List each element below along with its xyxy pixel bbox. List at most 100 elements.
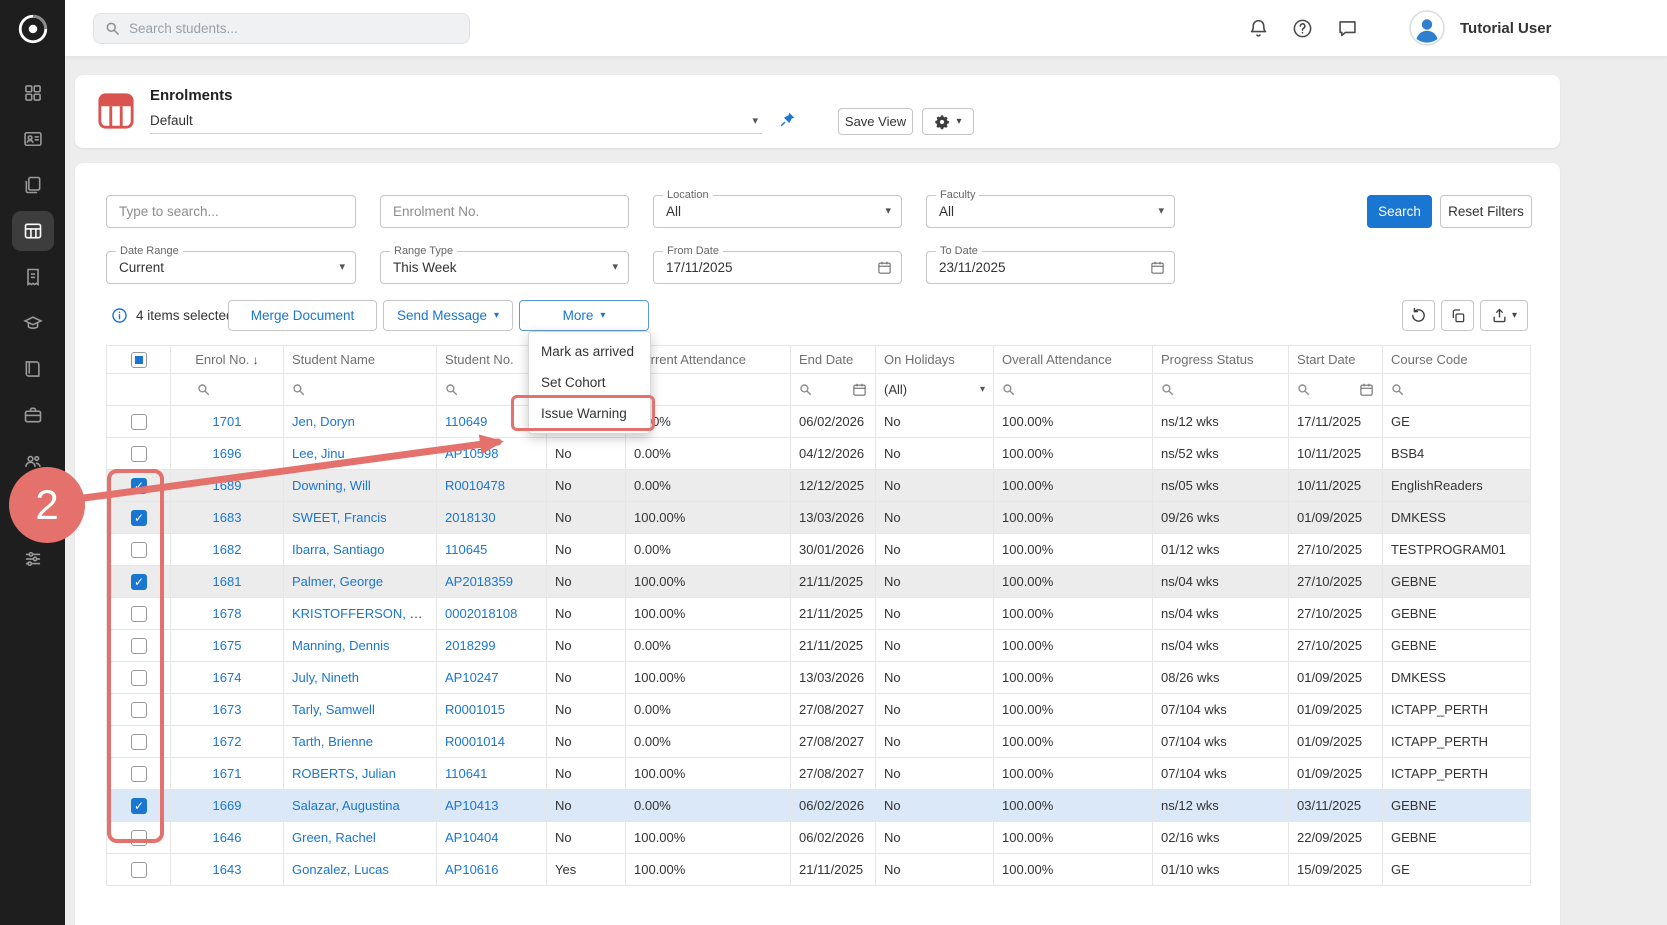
merge-document-button[interactable]: Merge Document (228, 300, 377, 331)
cell-enrol-no[interactable]: 1671 (171, 758, 284, 790)
cell-student-name[interactable]: SWEET, Francis (284, 502, 437, 534)
pin-icon[interactable] (779, 111, 796, 133)
enrol-no-link[interactable]: 1671 (213, 766, 242, 781)
student-name-link[interactable]: Green, Rachel (292, 830, 376, 845)
quick-search-filter[interactable] (106, 195, 356, 228)
menu-item-issue-warning[interactable]: Issue Warning (529, 398, 650, 429)
student-name-link[interactable]: ROBERTS, Julian (292, 766, 396, 781)
cell-student-name[interactable]: Downing, Will (284, 470, 437, 502)
row-checkbox[interactable] (131, 766, 147, 782)
sidebar-item-dashboard[interactable] (12, 73, 54, 113)
menu-item-set-cohort[interactable]: Set Cohort (529, 367, 650, 398)
column-header-student-name[interactable]: Student Name (284, 346, 437, 374)
export-button[interactable]: ▾ (1480, 300, 1528, 331)
student-name-link[interactable]: July, Nineth (292, 670, 359, 685)
enrol-no-link[interactable]: 1683 (213, 510, 242, 525)
row-checkbox[interactable] (131, 574, 147, 590)
cell-student-no[interactable]: 0002018108 (437, 598, 547, 630)
student-name-link[interactable]: Palmer, George (292, 574, 383, 589)
student-no-link[interactable]: 110649 (445, 414, 487, 429)
enrol-no-link[interactable]: 1672 (213, 734, 242, 749)
cell-student-no[interactable]: 2018299 (437, 630, 547, 662)
row-checkbox[interactable] (131, 862, 147, 878)
column-header-end-date[interactable]: End Date (791, 346, 876, 374)
table-row[interactable]: 1678KRISTOFFERSON, Kris0002018108No100.0… (107, 598, 1531, 630)
student-no-link[interactable]: 110645 (445, 542, 487, 557)
cell-student-no[interactable]: R0001015 (437, 694, 547, 726)
filter-cell-end-date[interactable] (791, 374, 876, 406)
notifications-button[interactable] (1247, 17, 1269, 39)
view-selector[interactable]: Default ▾ (150, 108, 762, 134)
student-name-link[interactable]: Tarth, Brienne (292, 734, 373, 749)
filter-cell-start-date[interactable] (1289, 374, 1383, 406)
sidebar-item-library[interactable] (12, 349, 54, 389)
student-no-link[interactable]: AP10598 (445, 446, 499, 461)
send-message-button[interactable]: Send Message ▾ (383, 300, 513, 331)
cell-student-no[interactable]: AP2018359 (437, 566, 547, 598)
cell-student-no[interactable]: AP10404 (437, 822, 547, 854)
sidebar-item-documents[interactable] (12, 165, 54, 205)
quick-search-input[interactable] (107, 196, 355, 227)
cell-student-no[interactable]: AP10598 (437, 438, 547, 470)
row-checkbox[interactable] (131, 478, 147, 494)
row-checkbox[interactable] (131, 638, 147, 654)
table-row[interactable]: 1646Green, RachelAP10404No100.00%06/02/2… (107, 822, 1531, 854)
student-name-link[interactable]: Salazar, Augustina (292, 798, 400, 813)
student-no-link[interactable]: 110641 (445, 766, 487, 781)
cell-enrol-no[interactable]: 1681 (171, 566, 284, 598)
cell-student-name[interactable]: Jen, Doryn (284, 406, 437, 438)
student-no-link[interactable]: R0001014 (445, 734, 505, 749)
student-name-link[interactable]: Ibarra, Santiago (292, 542, 385, 557)
sidebar-item-students[interactable] (12, 119, 54, 159)
table-row[interactable]: 1682Ibarra, Santiago110645No0.00%30/01/2… (107, 534, 1531, 566)
row-checkbox[interactable] (131, 510, 147, 526)
column-header-on-holidays[interactable]: On Holidays (876, 346, 994, 374)
cell-student-name[interactable]: ROBERTS, Julian (284, 758, 437, 790)
to-date-filter[interactable]: To Date 23/11/2025 (926, 251, 1175, 284)
from-date-filter[interactable]: From Date 17/11/2025 (653, 251, 902, 284)
cell-enrol-no[interactable]: 1672 (171, 726, 284, 758)
cell-student-name[interactable]: Tarly, Samwell (284, 694, 437, 726)
filter-cell-course-code[interactable] (1383, 374, 1531, 406)
enrol-no-link[interactable]: 1678 (213, 606, 242, 621)
cell-student-name[interactable]: Ibarra, Santiago (284, 534, 437, 566)
table-row[interactable]: 1643Gonzalez, LucasAP10616Yes100.00%21/1… (107, 854, 1531, 886)
table-row[interactable]: 1681Palmer, GeorgeAP2018359No100.00%21/1… (107, 566, 1531, 598)
student-no-link[interactable]: 2018299 (445, 638, 496, 653)
row-checkbox[interactable] (131, 702, 147, 718)
cell-enrol-no[interactable]: 1673 (171, 694, 284, 726)
cell-student-no[interactable]: AP10247 (437, 662, 547, 694)
student-name-link[interactable]: Gonzalez, Lucas (292, 862, 389, 877)
cell-enrol-no[interactable]: 1669 (171, 790, 284, 822)
sidebar-item-groups[interactable] (12, 441, 54, 481)
filter-cell-overall-attendance[interactable] (994, 374, 1153, 406)
cell-enrol-no[interactable]: 1646 (171, 822, 284, 854)
sidebar-item-employers[interactable] (12, 395, 54, 435)
table-row[interactable]: 1696Lee, JinuAP10598No0.00%04/12/2026No1… (107, 438, 1531, 470)
global-search-input[interactable] (129, 21, 458, 36)
cell-enrol-no[interactable]: 1674 (171, 662, 284, 694)
row-checkbox[interactable] (131, 542, 147, 558)
student-name-link[interactable]: KRISTOFFERSON, Kris (292, 606, 432, 621)
table-row[interactable]: 1673Tarly, SamwellR0001015No0.00%27/08/2… (107, 694, 1531, 726)
row-checkbox[interactable] (131, 446, 147, 462)
filter-cell-progress-status[interactable] (1153, 374, 1289, 406)
student-name-link[interactable]: Manning, Dennis (292, 638, 390, 653)
enrol-no-link[interactable]: 1681 (213, 574, 242, 589)
cell-enrol-no[interactable]: 1643 (171, 854, 284, 886)
table-row[interactable]: 1683SWEET, Francis2018130No100.00%13/03/… (107, 502, 1531, 534)
filter-cell-on-holidays[interactable]: (All)▾ (876, 374, 994, 406)
enrolment-no-filter[interactable] (380, 195, 629, 228)
cell-student-name[interactable]: Manning, Dennis (284, 630, 437, 662)
reset-filters-button[interactable]: Reset Filters (1440, 195, 1532, 228)
student-name-link[interactable]: Downing, Will (292, 478, 371, 493)
column-header-enrol-no[interactable]: Enrol No. ↓ (171, 346, 284, 374)
cell-student-name[interactable]: KRISTOFFERSON, Kris (284, 598, 437, 630)
student-name-link[interactable]: Tarly, Samwell (292, 702, 375, 717)
app-logo[interactable] (0, 0, 65, 57)
enrol-no-link[interactable]: 1682 (213, 542, 242, 557)
student-name-link[interactable]: Lee, Jinu (292, 446, 345, 461)
cell-student-name[interactable]: Salazar, Augustina (284, 790, 437, 822)
cell-student-name[interactable]: Gonzalez, Lucas (284, 854, 437, 886)
row-checkbox[interactable] (131, 830, 147, 846)
